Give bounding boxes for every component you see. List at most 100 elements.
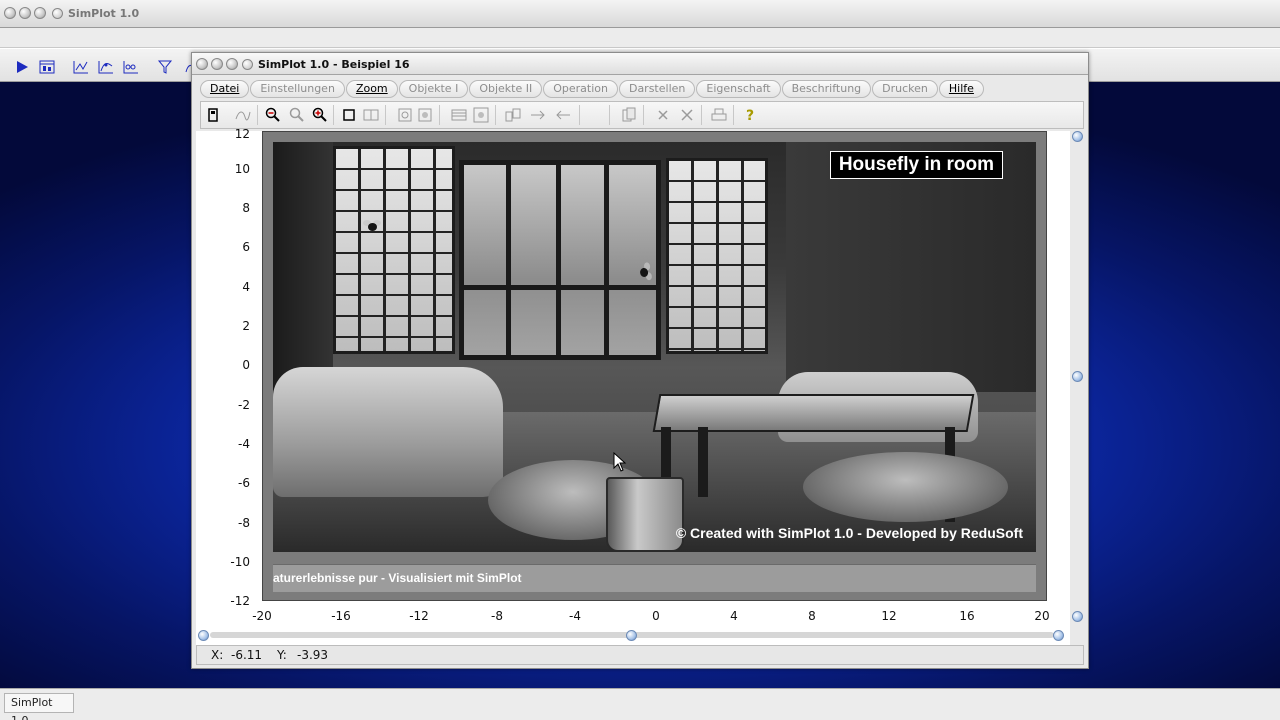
menu-objekte-1[interactable]: Objekte I	[398, 80, 469, 98]
x-tick-label: 16	[959, 609, 975, 623]
menu-drucken[interactable]: Drucken	[872, 80, 938, 98]
x-tick-label: 8	[808, 609, 816, 623]
image-icon[interactable]	[473, 107, 489, 123]
y-tick-label: -6	[238, 476, 250, 490]
curve-tool-icon[interactable]	[235, 107, 251, 123]
document-title-bar: SimPlot 1.0 - Beispiel 16	[192, 53, 1088, 75]
y-tick-label: -8	[238, 516, 250, 530]
shoji-screen-left	[333, 146, 455, 354]
mouse-cursor-icon	[613, 452, 627, 472]
outer-menubar	[0, 28, 1280, 48]
horizontal-scrollbar[interactable]	[196, 628, 1066, 642]
photo-title: Housefly in room	[829, 151, 1003, 179]
x-tick-label: -4	[569, 609, 581, 623]
x-tick-label: -16	[331, 609, 351, 623]
x-tick-label: 20	[1034, 609, 1050, 623]
futon-left	[273, 367, 503, 497]
table-icon[interactable]	[451, 107, 467, 123]
shoji-screen-right	[666, 158, 768, 354]
x-tick-label: -12	[409, 609, 429, 623]
vertical-scroll-thumb[interactable]	[1072, 371, 1083, 382]
y-tick-label: 0	[242, 358, 250, 372]
zoom-in-icon[interactable]	[312, 107, 328, 123]
arrow-left-icon[interactable]	[555, 107, 571, 123]
housefly-room-photo: Housefly in room © Created with SimPlot …	[273, 142, 1036, 552]
housefly	[636, 261, 653, 282]
minimize-window-button[interactable]	[19, 7, 31, 19]
grid-icon[interactable]	[363, 107, 379, 123]
menu-datei[interactable]: Datei	[200, 80, 250, 98]
import-icon[interactable]	[505, 107, 521, 123]
y-tick-label: 2	[242, 319, 250, 333]
image-object-frame[interactable]: Housefly in room © Created with SimPlot …	[262, 131, 1047, 601]
taskbar-simplot-button[interactable]: SimPlot 1.0	[4, 693, 74, 720]
data-table-icon[interactable]	[38, 59, 56, 75]
zoom-reset-icon[interactable]	[289, 107, 305, 123]
status-bar: SimPlot 1.0	[0, 688, 1280, 720]
menu-darstellen[interactable]: Darstellen	[618, 80, 696, 98]
menubar: Datei Einstellungen Zoom Objekte I Objek…	[200, 80, 1084, 100]
vertical-scrollbar[interactable]	[1071, 131, 1085, 622]
document-maximize-button[interactable]	[226, 58, 238, 70]
copy-object-icon[interactable]	[397, 107, 413, 123]
print-icon[interactable]	[711, 107, 727, 123]
menu-einstellungen[interactable]: Einstellungen	[250, 80, 345, 98]
y-tick-label: 6	[242, 240, 250, 254]
zoom-out-icon[interactable]	[265, 107, 281, 123]
y-tick-label: 12	[234, 127, 250, 141]
close-window-button[interactable]	[4, 7, 16, 19]
line-chart-icon[interactable]	[72, 59, 90, 75]
floor-cushion	[803, 452, 1008, 522]
x-tick-label: -20	[252, 609, 272, 623]
document-close-button[interactable]	[196, 58, 208, 70]
window-menu-icon[interactable]	[52, 8, 63, 19]
menu-beschriftung[interactable]: Beschriftung	[781, 80, 872, 98]
y-tick-label: -12	[230, 594, 250, 608]
delete-icon[interactable]	[655, 107, 671, 123]
calculator-icon[interactable]	[205, 107, 221, 123]
x-coordinate-label: X:	[211, 648, 224, 662]
scroll-up-button[interactable]	[1072, 131, 1083, 142]
scroll-left-button[interactable]	[198, 630, 209, 641]
filter-icon[interactable]	[156, 59, 174, 75]
frame-icon[interactable]	[341, 107, 357, 123]
scatter-plot-icon[interactable]	[122, 59, 140, 75]
x-tick-label: 4	[730, 609, 738, 623]
document-window-controls	[196, 58, 238, 70]
x-tick-label: 0	[652, 609, 660, 623]
y-tick-label: 4	[242, 280, 250, 294]
delete-all-icon[interactable]	[679, 107, 695, 123]
horizontal-scroll-thumb[interactable]	[626, 630, 637, 641]
y-coordinate-label: Y:	[277, 648, 287, 662]
menu-objekte-2[interactable]: Objekte II	[469, 80, 543, 98]
help-icon[interactable]: ?	[743, 107, 759, 123]
plot-area[interactable]: 12 10 8 6 4 2 0 -2 -4 -6 -8 -10 -12 Hous…	[196, 127, 1070, 653]
photo-credit: © Created with SimPlot 1.0 - Developed b…	[675, 525, 1023, 541]
play-icon[interactable]	[13, 59, 31, 75]
document-minimize-button[interactable]	[211, 58, 223, 70]
document-window: SimPlot 1.0 - Beispiel 16 Datei Einstell…	[191, 52, 1089, 669]
scroll-right-button[interactable]	[1053, 630, 1064, 641]
marquee-text: aturerlebnisse pur - Visualisiert mit Si…	[273, 564, 1036, 592]
menu-hilfe[interactable]: Hilfe	[938, 80, 984, 98]
document-toolbar: ?	[200, 101, 1084, 129]
menu-eigenschaft[interactable]: Eigenschaft	[696, 80, 781, 98]
document-menu-icon[interactable]	[242, 59, 253, 70]
outer-window-title: SimPlot 1.0	[68, 7, 140, 20]
window	[459, 160, 661, 360]
outer-title-bar: SimPlot 1.0	[0, 0, 1280, 28]
menu-zoom[interactable]: Zoom	[345, 80, 398, 98]
x-coordinate-value: -6.11	[231, 648, 263, 662]
waste-bin	[606, 477, 684, 552]
document-title: SimPlot 1.0 - Beispiel 16	[258, 58, 410, 71]
y-tick-label: -4	[238, 437, 250, 451]
x-tick-label: 12	[881, 609, 897, 623]
maximize-window-button[interactable]	[34, 7, 46, 19]
clipboard-icon[interactable]	[621, 107, 637, 123]
arrow-right-icon[interactable]	[530, 107, 546, 123]
y-tick-label: 8	[242, 201, 250, 215]
menu-operation[interactable]: Operation	[543, 80, 618, 98]
paste-object-icon[interactable]	[417, 107, 433, 123]
function-plot-icon[interactable]	[97, 59, 115, 75]
scroll-down-button[interactable]	[1072, 611, 1083, 622]
